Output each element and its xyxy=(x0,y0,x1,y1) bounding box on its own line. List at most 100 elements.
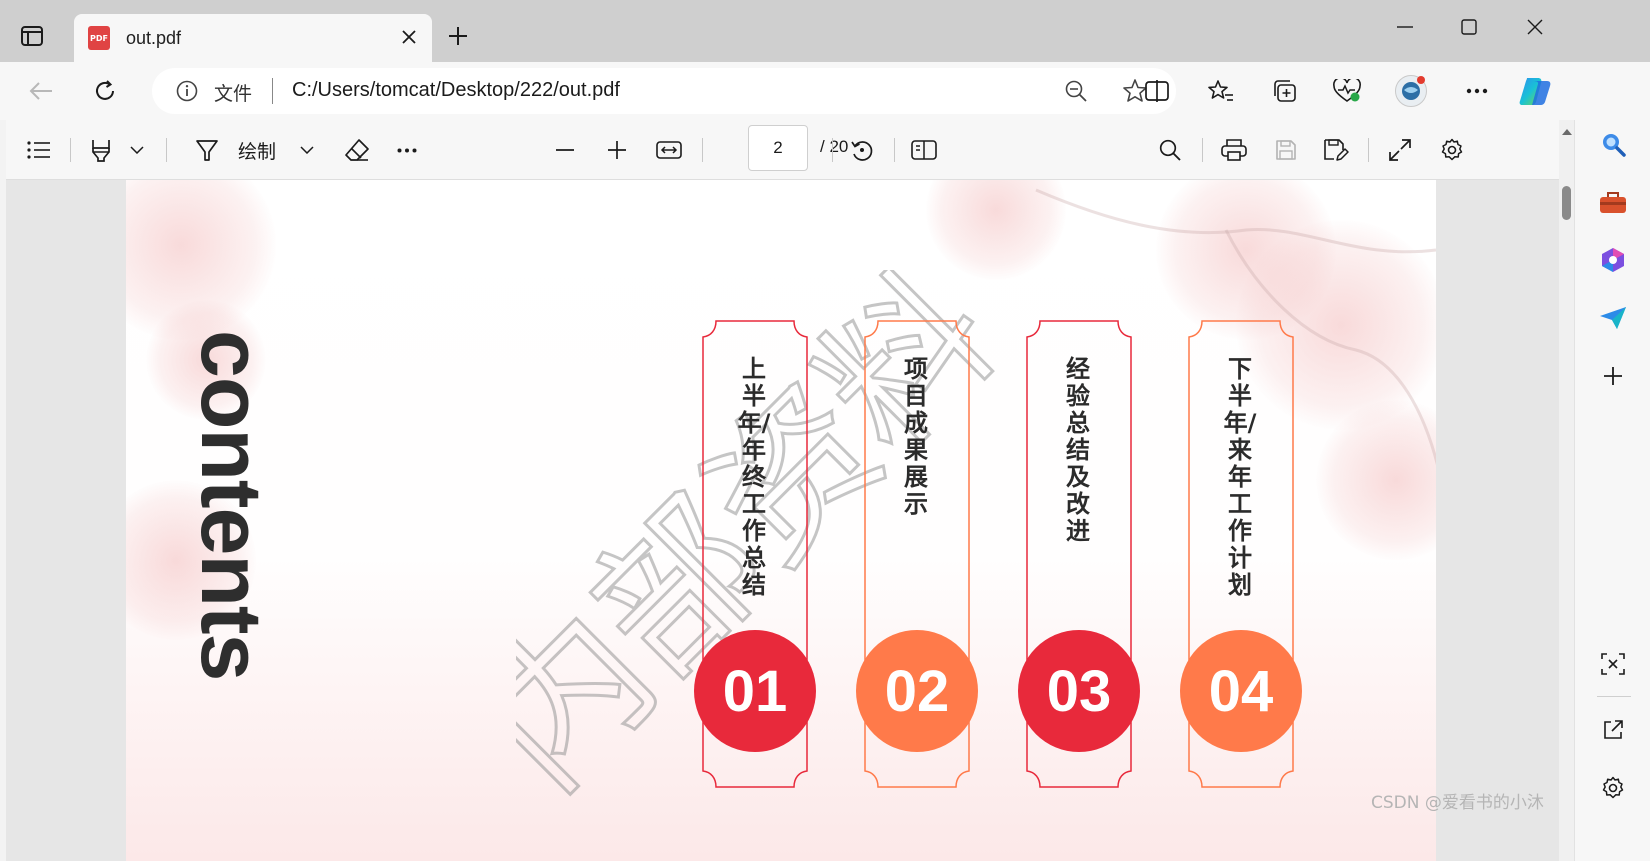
tab-title: out.pdf xyxy=(126,28,182,48)
scroll-up-arrow-icon[interactable] xyxy=(1561,128,1573,136)
pen-icon xyxy=(196,140,218,161)
more-tools-button[interactable] xyxy=(390,134,424,166)
tab-strip: PDF out.pdf xyxy=(0,0,1650,62)
scroll-thumb[interactable] xyxy=(1562,186,1571,220)
pdf-toolbar: 绘制 / 20 xyxy=(6,120,1566,180)
save-as-button[interactable] xyxy=(1320,134,1352,166)
toolbar-divider xyxy=(832,138,833,162)
more-options-button[interactable] xyxy=(1460,74,1494,108)
eraser-icon xyxy=(345,139,369,161)
avatar-icon xyxy=(1395,75,1427,107)
highlight-dropdown[interactable] xyxy=(124,134,150,166)
section-card-3[interactable]: 经验总结及改进 03 xyxy=(1018,320,1140,788)
section-card-4[interactable]: 下半年/来年工作计划 04 xyxy=(1180,320,1302,788)
favorites-list-icon xyxy=(1208,80,1233,101)
sidebar-open-external-button[interactable] xyxy=(1595,712,1631,748)
sidebar-m365-button[interactable] xyxy=(1595,242,1631,278)
pdf-settings-button[interactable] xyxy=(1436,134,1468,166)
print-button[interactable] xyxy=(1218,134,1250,166)
fullscreen-button[interactable] xyxy=(1384,134,1416,166)
sidebar-send-button[interactable] xyxy=(1595,300,1631,336)
table-of-contents-icon xyxy=(27,141,50,159)
collections-button[interactable] xyxy=(1268,74,1302,108)
toolbar-divider xyxy=(894,138,895,162)
window-close-button[interactable] xyxy=(1510,12,1560,42)
favorites-button[interactable] xyxy=(1204,74,1238,108)
draw-dropdown[interactable] xyxy=(294,134,320,166)
draw-label-button[interactable]: 绘制 xyxy=(234,134,280,166)
browser-essentials-button[interactable] xyxy=(1330,74,1364,108)
minimize-button[interactable] xyxy=(1380,12,1430,42)
section-number-badge: 04 xyxy=(1180,630,1302,752)
screenshot-icon xyxy=(1601,653,1625,675)
microsoft-365-icon xyxy=(1602,248,1624,272)
section-title: 项目成果展示 xyxy=(904,355,928,518)
site-label: 文件 xyxy=(214,83,253,105)
expand-icon xyxy=(1389,139,1411,161)
highlight-button[interactable] xyxy=(86,134,116,166)
search-icon xyxy=(1603,134,1626,157)
printer-icon xyxy=(1221,139,1247,161)
contents-button[interactable] xyxy=(22,134,56,166)
url-text[interactable]: C:/Users/tomcat/Desktop/222/out.pdf xyxy=(292,79,620,102)
new-tab-button[interactable] xyxy=(444,22,472,50)
refresh-icon xyxy=(96,80,114,100)
pdf-badge-label: PDF xyxy=(90,33,108,43)
toolbar-divider xyxy=(70,138,71,162)
page-total: / 20 xyxy=(820,137,849,156)
section-title: 上半年/年终工作总结 xyxy=(737,355,771,599)
tab-actions-button[interactable] xyxy=(14,20,50,52)
profile-button[interactable] xyxy=(1394,74,1428,108)
address-bar[interactable]: 文件 C:/Users/tomcat/Desktop/222/out.pdf xyxy=(152,68,1176,114)
minus-icon xyxy=(556,149,574,151)
info-icon[interactable] xyxy=(176,80,198,102)
back-button[interactable] xyxy=(24,74,58,108)
page-view-button[interactable] xyxy=(908,134,940,166)
browser-tab[interactable]: PDF out.pdf xyxy=(74,14,432,62)
sidebar-screenshot-button[interactable] xyxy=(1595,646,1631,682)
section-number-badge: 01 xyxy=(694,630,816,752)
copilot-button[interactable] xyxy=(1518,74,1552,108)
page-view-icon xyxy=(911,140,937,160)
pdf-page: contents 内部资料 上半年/年终工作总结 01 项目成果展示 02 经验… xyxy=(126,180,1436,861)
section-title: 经验总结及改进 xyxy=(1066,355,1090,545)
split-screen-icon xyxy=(1145,80,1169,102)
zoom-out-button[interactable] xyxy=(550,134,580,166)
minimize-icon xyxy=(1397,26,1413,28)
draw-button[interactable] xyxy=(192,134,222,166)
csdn-watermark: CSDN @爱看书的小沐 xyxy=(1371,793,1544,813)
erase-button[interactable] xyxy=(340,134,374,166)
vertical-scrollbar[interactable] xyxy=(1559,120,1574,861)
save-button[interactable] xyxy=(1270,134,1302,166)
fit-width-button[interactable] xyxy=(652,134,686,166)
section-number-badge: 03 xyxy=(1018,630,1140,752)
section-card-2[interactable]: 项目成果展示 02 xyxy=(856,320,978,788)
gear-icon xyxy=(1602,776,1624,799)
section-card-1[interactable]: 上半年/年终工作总结 01 xyxy=(694,320,816,788)
heart-pulse-icon xyxy=(1333,79,1361,102)
sidebar-add-button[interactable] xyxy=(1595,358,1631,394)
contents-title-text: contents xyxy=(183,330,279,681)
highlighter-icon xyxy=(92,140,110,162)
tab-close-button[interactable] xyxy=(398,26,420,48)
sidebar-divider xyxy=(1597,696,1631,697)
sidebar-tools-button[interactable] xyxy=(1595,184,1631,220)
plus-icon xyxy=(449,27,467,45)
save-as-icon xyxy=(1324,139,1349,161)
refresh-button[interactable] xyxy=(88,74,122,108)
plus-icon xyxy=(608,141,626,159)
paper-plane-icon xyxy=(1600,307,1626,329)
maximize-button[interactable] xyxy=(1444,12,1494,42)
rotate-icon xyxy=(851,141,873,161)
sidebar-settings-button[interactable] xyxy=(1595,770,1631,806)
sidebar-search-button[interactable] xyxy=(1595,126,1631,162)
split-screen-button[interactable] xyxy=(1140,74,1174,108)
navigation-bar: 文件 C:/Users/tomcat/Desktop/222/out.pdf xyxy=(0,62,1650,120)
page-number-input[interactable] xyxy=(748,125,808,171)
find-button[interactable] xyxy=(1154,134,1186,166)
more-horizontal-icon xyxy=(1466,88,1488,94)
zoom-in-button[interactable] xyxy=(602,134,632,166)
rotate-button[interactable] xyxy=(846,134,878,166)
zoom-out-icon[interactable] xyxy=(1064,79,1088,103)
arrow-left-icon xyxy=(29,82,52,100)
